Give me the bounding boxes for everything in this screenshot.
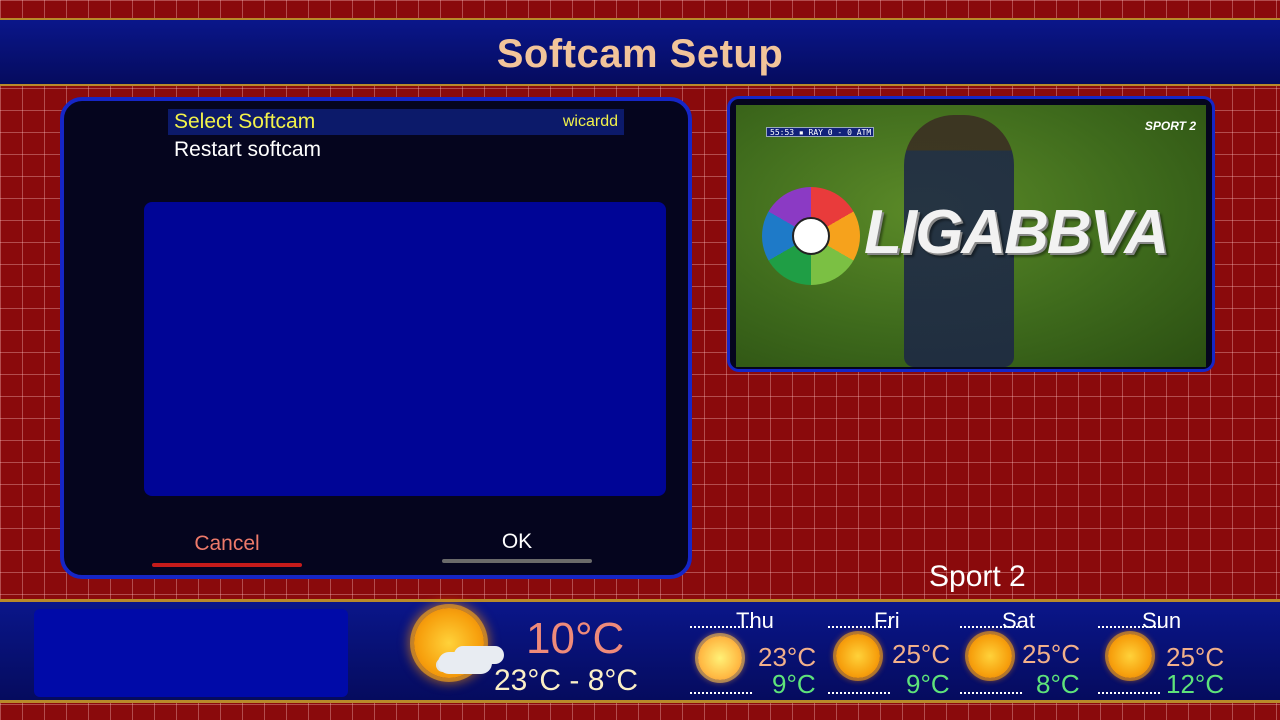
ok-button[interactable]: OK (442, 525, 592, 565)
video-preview-frame: 55:53 ▪ RAY 0 - 0 ATM SPORT 2 LIGABBVA (727, 96, 1215, 372)
bottom-info-bar: 10°C 23°C - 8°C Thu 23°C 9°C Fri 25°C 9°… (0, 599, 1280, 703)
ok-button-underline (442, 559, 592, 563)
menu-item-restart-softcam[interactable]: Restart softcam (168, 137, 624, 163)
forecast-day: Sat 25°C 8°C (960, 602, 1100, 702)
forecast-day-label: Thu (736, 608, 774, 633)
forecast-low: 8°C (1036, 669, 1080, 699)
menu-item-label: Select Softcam (174, 110, 316, 133)
channel-name: Sport 2 (929, 560, 1026, 593)
channel-logo: SPORT 2 (1144, 119, 1196, 133)
menu-item-label: Restart softcam (174, 138, 322, 161)
sun-haze-icon (698, 636, 742, 680)
page-title: Softcam Setup (496, 32, 784, 76)
dotted-divider (828, 626, 890, 628)
cancel-button[interactable]: Cancel (152, 527, 302, 567)
dotted-divider (690, 626, 752, 628)
dotted-divider (960, 626, 1022, 628)
cancel-button-underline (152, 563, 302, 567)
liga-logo-icon (762, 187, 860, 285)
cancel-button-label: Cancel (194, 532, 260, 555)
forecast-high: 25°C (892, 639, 951, 669)
forecast-low: 9°C (906, 669, 950, 699)
dotted-divider (1098, 626, 1160, 628)
forecast-day: Thu 23°C 9°C (688, 602, 828, 702)
forecast-high: 25°C (1022, 639, 1081, 669)
dotted-divider (828, 692, 890, 694)
header-bar: Softcam Setup (0, 18, 1280, 86)
ok-button-label: OK (501, 530, 533, 553)
softcam-menu-panel: Select Softcam wicardd Restart softcam C… (60, 97, 692, 579)
menu-item-select-softcam[interactable]: Select Softcam wicardd (168, 109, 624, 135)
forecast-day-label: Sat (1002, 608, 1036, 633)
sun-icon (1108, 634, 1152, 678)
dotted-divider (690, 692, 752, 694)
video-preview: 55:53 ▪ RAY 0 - 0 ATM SPORT 2 LIGABBVA (736, 105, 1206, 367)
menu-item-value: wicardd (562, 113, 618, 130)
forecast-low: 9°C (772, 669, 816, 699)
scorebar: 55:53 ▪ RAY 0 - 0 ATM (766, 127, 874, 137)
forecast-day-label: Sun (1142, 608, 1182, 633)
forecast-day: Fri 25°C 9°C (828, 602, 968, 702)
forecast-day-label: Fri (874, 608, 900, 633)
forecast-low: 12°C (1166, 669, 1225, 699)
forecast-day: Sun 25°C 12°C (1098, 602, 1238, 702)
ball-icon (792, 217, 830, 255)
today-temperature-range: 23°C - 8°C (494, 664, 639, 697)
dotted-divider (960, 692, 1022, 694)
current-temperature: 10°C (526, 614, 625, 663)
info-slot (34, 609, 348, 697)
info-box (144, 202, 666, 496)
dotted-divider (1098, 692, 1160, 694)
liga-logo-text: LIGABBVA (864, 198, 1169, 267)
cloud-icon (438, 652, 492, 674)
sun-icon (836, 634, 880, 678)
sun-icon (968, 634, 1012, 678)
sun-cloud-icon (410, 604, 494, 686)
